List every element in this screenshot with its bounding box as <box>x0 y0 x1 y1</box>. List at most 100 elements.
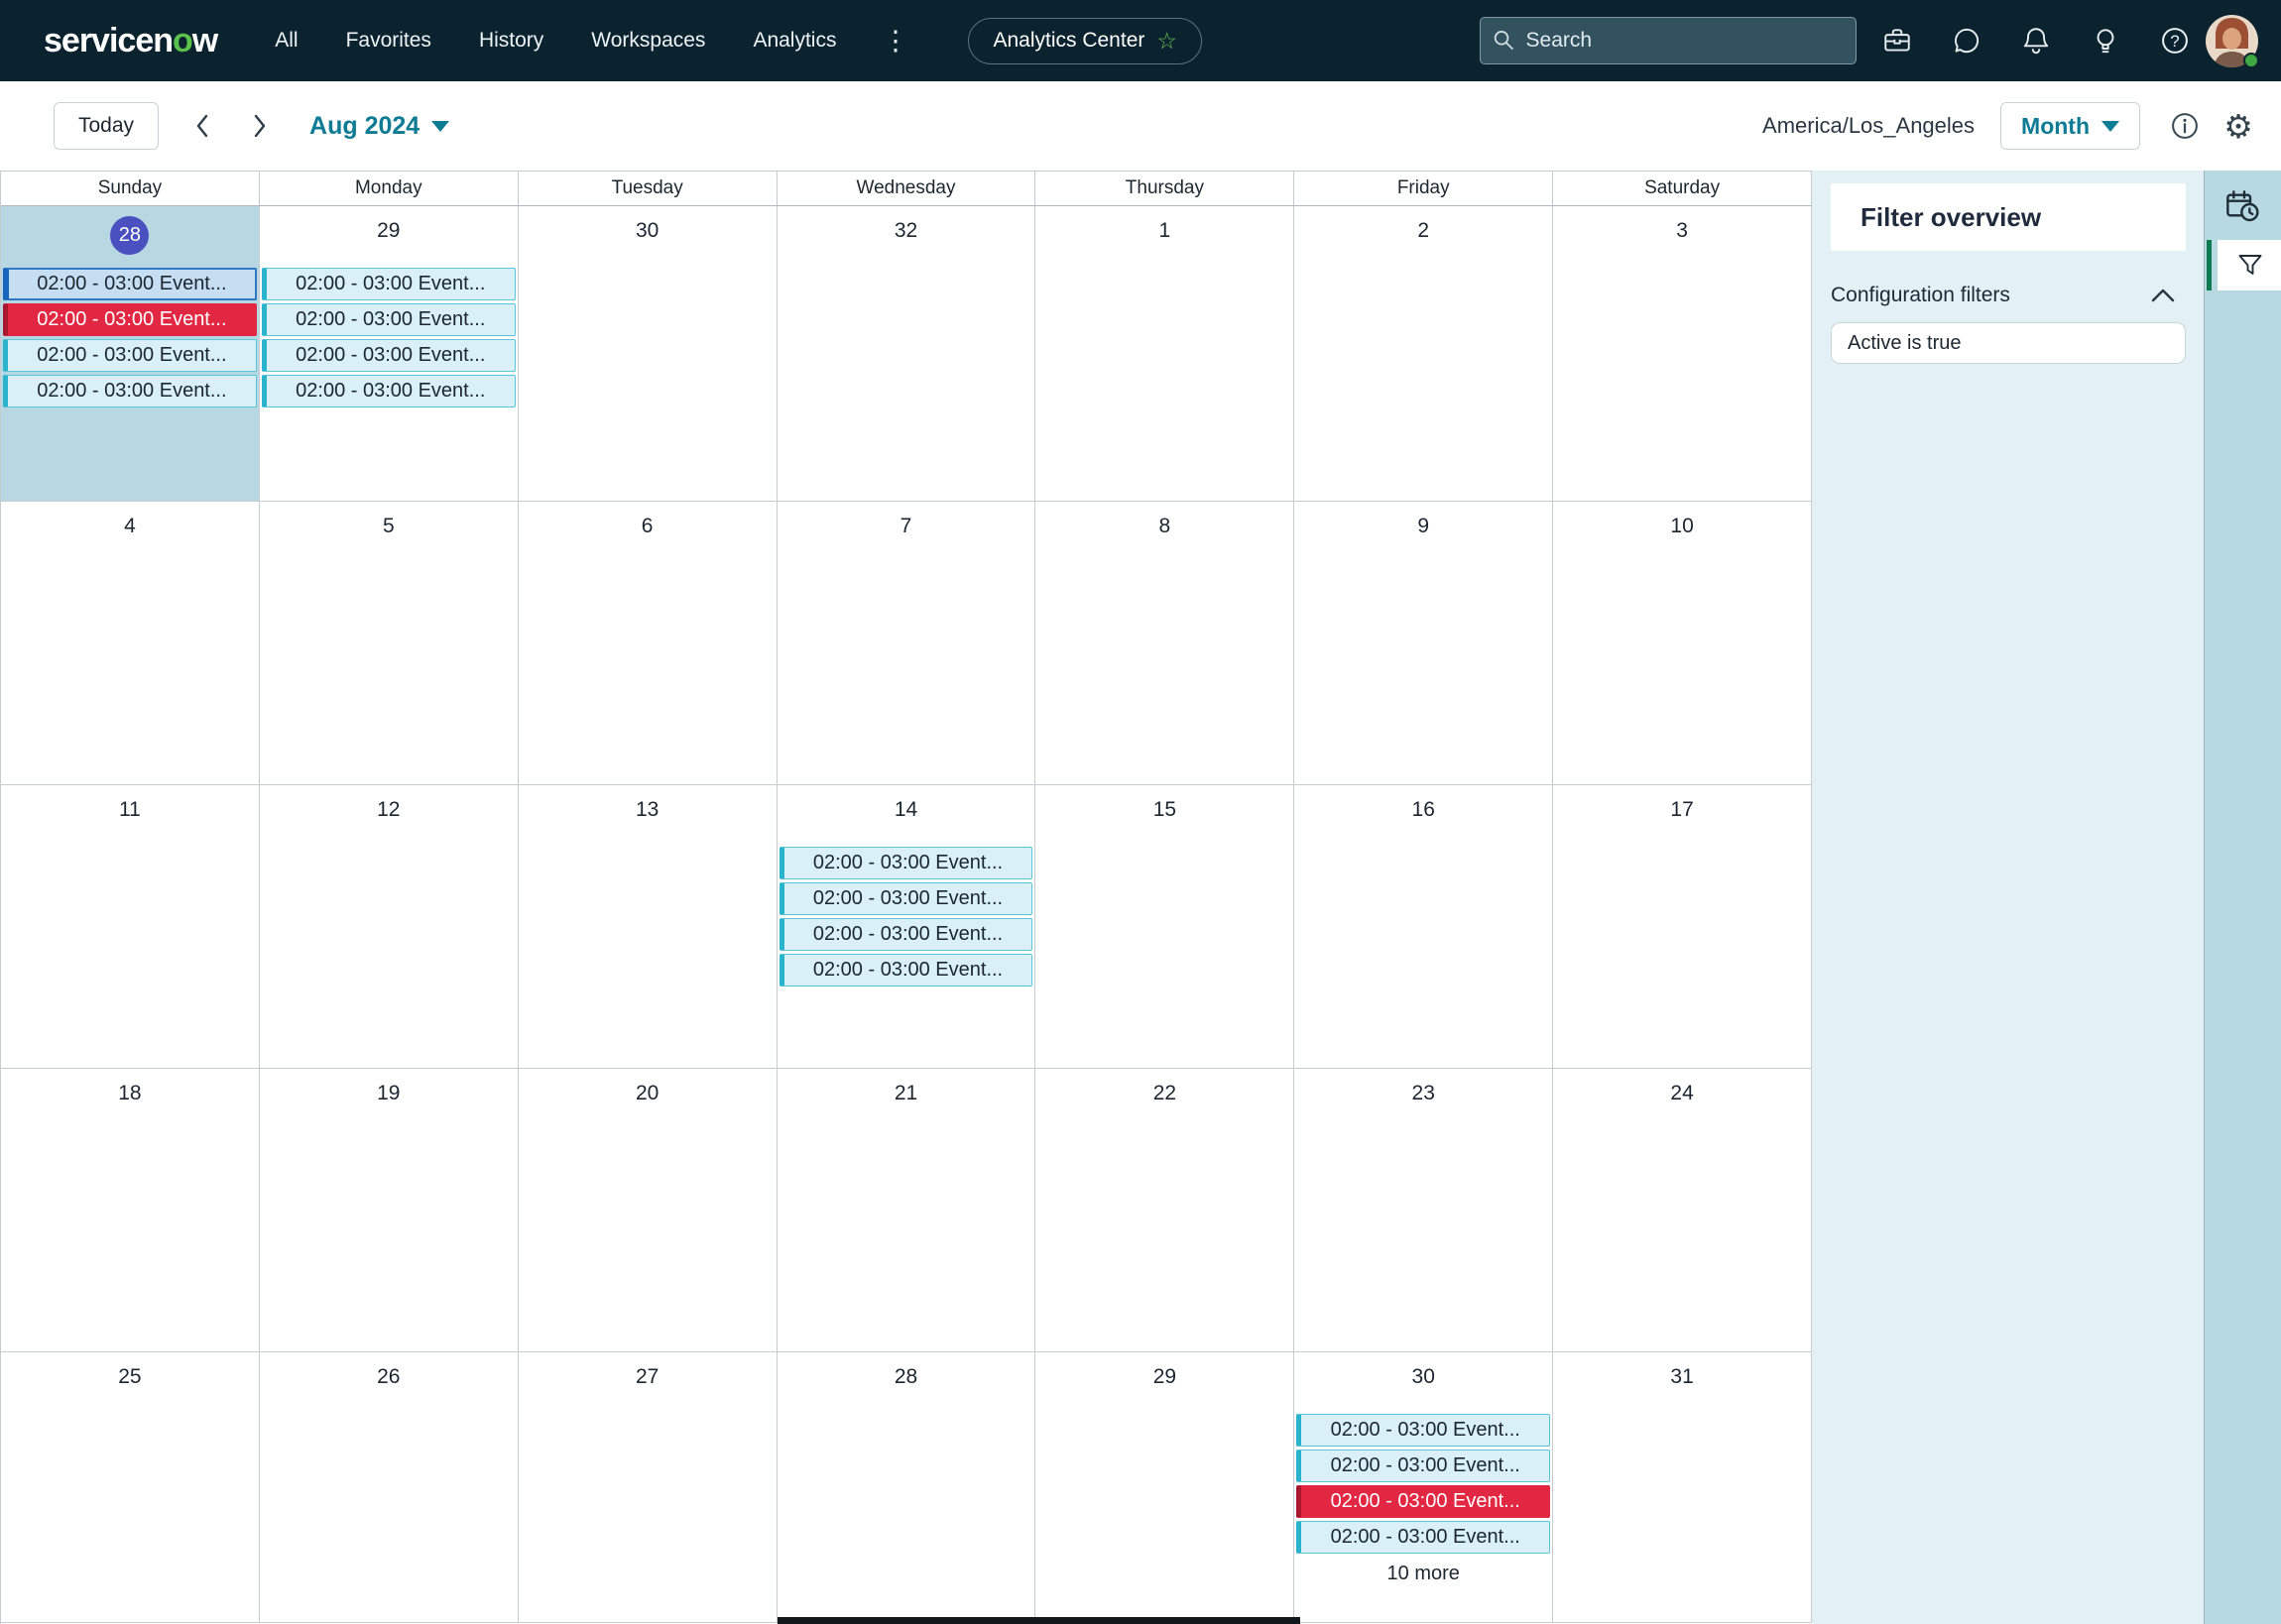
week-row: 45678910 <box>1 502 1812 785</box>
day-cell[interactable]: 11 <box>1 785 260 1068</box>
day-cell[interactable]: 8 <box>1035 502 1294 784</box>
day-number: 32 <box>778 206 1035 268</box>
nav-item-all[interactable]: All <box>275 29 298 53</box>
event-red[interactable]: 02:00 - 03:00 Event... <box>1296 1485 1550 1518</box>
day-cell[interactable]: 2802:00 - 03:00 Event...02:00 - 03:00 Ev… <box>1 206 260 501</box>
day-cell[interactable]: 6 <box>519 502 778 784</box>
day-cell[interactable]: 1 <box>1035 206 1294 501</box>
more-events-link[interactable]: 10 more <box>1296 1557 1550 1588</box>
day-cell[interactable]: 9 <box>1294 502 1553 784</box>
day-number: 8 <box>1035 502 1293 563</box>
side-rail <box>2204 171 2281 1624</box>
day-cell[interactable]: 10 <box>1553 502 1812 784</box>
event-cyan[interactable]: 02:00 - 03:00 Event... <box>1296 1521 1550 1554</box>
lightbulb-icon[interactable] <box>2089 24 2122 58</box>
next-month-chevron-icon[interactable] <box>240 106 280 146</box>
event-cyan[interactable]: 02:00 - 03:00 Event... <box>1296 1414 1550 1447</box>
day-number: 24 <box>1553 1069 1811 1130</box>
day-cell[interactable]: 23 <box>1294 1069 1553 1351</box>
event-cyan[interactable]: 02:00 - 03:00 Event... <box>262 268 516 300</box>
today-button[interactable]: Today <box>54 102 159 150</box>
day-cell[interactable]: 29 <box>1035 1352 1294 1622</box>
collapse-chevron-up-icon[interactable] <box>2150 283 2176 308</box>
event-cyan[interactable]: 02:00 - 03:00 Event... <box>3 339 257 372</box>
nav-item-history[interactable]: History <box>479 29 543 53</box>
day-cell[interactable]: 13 <box>519 785 778 1068</box>
weekday-header: Wednesday <box>778 172 1036 205</box>
day-cell[interactable]: 1402:00 - 03:00 Event...02:00 - 03:00 Ev… <box>778 785 1036 1068</box>
day-number: 29 <box>260 206 518 268</box>
day-cell[interactable]: 27 <box>519 1352 778 1622</box>
nav-item-workspaces[interactable]: Workspaces <box>591 29 705 53</box>
day-cell[interactable]: 3002:00 - 03:00 Event...02:00 - 03:00 Ev… <box>1294 1352 1553 1622</box>
day-cell[interactable]: 16 <box>1294 785 1553 1068</box>
event-cyan[interactable]: 02:00 - 03:00 Event... <box>780 882 1033 915</box>
day-number: 12 <box>260 785 518 847</box>
notifications-bell-icon[interactable] <box>2019 24 2053 58</box>
analytics-center-pill[interactable]: Analytics Center ☆ <box>968 18 1202 64</box>
day-number: 6 <box>519 502 777 563</box>
day-cell[interactable]: 25 <box>1 1352 260 1622</box>
week-row: 1112131402:00 - 03:00 Event...02:00 - 03… <box>1 785 1812 1069</box>
event-cyan[interactable]: 02:00 - 03:00 Event... <box>262 339 516 372</box>
today-badge: 28 <box>110 216 149 255</box>
nav-item-favorites[interactable]: Favorites <box>346 29 431 53</box>
day-cell[interactable]: 21 <box>778 1069 1036 1351</box>
day-cell[interactable]: 7 <box>778 502 1036 784</box>
day-cell[interactable]: 2902:00 - 03:00 Event...02:00 - 03:00 Ev… <box>260 206 519 501</box>
day-number: 23 <box>1294 1069 1552 1130</box>
servicenow-logo: servicenow <box>44 22 217 60</box>
day-cell[interactable]: 19 <box>260 1069 519 1351</box>
calendar-clock-icon[interactable] <box>2219 182 2266 230</box>
event-cyan[interactable]: 02:00 - 03:00 Event... <box>262 375 516 407</box>
day-cell[interactable]: 18 <box>1 1069 260 1351</box>
day-cell[interactable]: 17 <box>1553 785 1812 1068</box>
event-cyan[interactable]: 02:00 - 03:00 Event... <box>780 954 1033 986</box>
day-cell[interactable]: 5 <box>260 502 519 784</box>
calendar-grid: SundayMondayTuesdayWednesdayThursdayFrid… <box>0 171 1812 1624</box>
month-year-dropdown[interactable]: Aug 2024 <box>309 112 449 141</box>
day-cell[interactable]: 15 <box>1035 785 1294 1068</box>
event-cyan[interactable]: 02:00 - 03:00 Event... <box>3 375 257 407</box>
briefcase-icon[interactable] <box>1880 24 1914 58</box>
day-cell[interactable]: 32 <box>778 206 1036 501</box>
day-cell[interactable]: 12 <box>260 785 519 1068</box>
event-selected[interactable]: 02:00 - 03:00 Event... <box>3 268 257 300</box>
favorite-star-icon[interactable]: ☆ <box>1156 30 1177 53</box>
info-icon[interactable] <box>2168 109 2202 143</box>
event-cyan[interactable]: 02:00 - 03:00 Event... <box>780 918 1033 951</box>
view-selector-button[interactable]: Month <box>2000 102 2140 150</box>
day-cell[interactable]: 30 <box>519 206 778 501</box>
day-cell[interactable]: 4 <box>1 502 260 784</box>
app-root: servicenow All Favorites History Workspa… <box>0 0 2281 1624</box>
prev-month-chevron-icon[interactable] <box>182 106 222 146</box>
main-area: SundayMondayTuesdayWednesdayThursdayFrid… <box>0 171 2281 1624</box>
event-cyan[interactable]: 02:00 - 03:00 Event... <box>262 303 516 336</box>
day-number: 30 <box>519 206 777 268</box>
day-cell[interactable]: 20 <box>519 1069 778 1351</box>
online-status-dot <box>2243 53 2259 68</box>
global-search[interactable] <box>1480 17 1857 64</box>
day-cell[interactable]: 22 <box>1035 1069 1294 1351</box>
horizontal-scrollbar-thumb[interactable] <box>778 1617 1300 1624</box>
search-input[interactable] <box>1526 29 1844 53</box>
event-cyan[interactable]: 02:00 - 03:00 Event... <box>780 847 1033 879</box>
day-cell[interactable]: 2 <box>1294 206 1553 501</box>
chat-icon[interactable] <box>1950 24 1983 58</box>
filter-icon[interactable] <box>2218 240 2281 290</box>
day-cell[interactable]: 28 <box>778 1352 1036 1622</box>
filter-condition-pill[interactable]: Active is true <box>1831 322 2186 364</box>
event-cyan[interactable]: 02:00 - 03:00 Event... <box>1296 1450 1550 1482</box>
day-cell[interactable]: 24 <box>1553 1069 1812 1351</box>
event-red[interactable]: 02:00 - 03:00 Event... <box>3 303 257 336</box>
help-icon[interactable]: ? <box>2158 24 2192 58</box>
day-cell[interactable]: 31 <box>1553 1352 1812 1622</box>
nav-overflow-kebab-icon[interactable]: ⋮ <box>882 28 908 55</box>
avatar[interactable] <box>2206 15 2258 67</box>
nav-item-analytics[interactable]: Analytics <box>753 29 836 53</box>
today-day-number: 28 <box>1 206 259 268</box>
day-cell[interactable]: 26 <box>260 1352 519 1622</box>
gear-icon[interactable]: ⚙ <box>2221 109 2255 143</box>
day-number: 11 <box>1 785 259 847</box>
day-cell[interactable]: 3 <box>1553 206 1812 501</box>
